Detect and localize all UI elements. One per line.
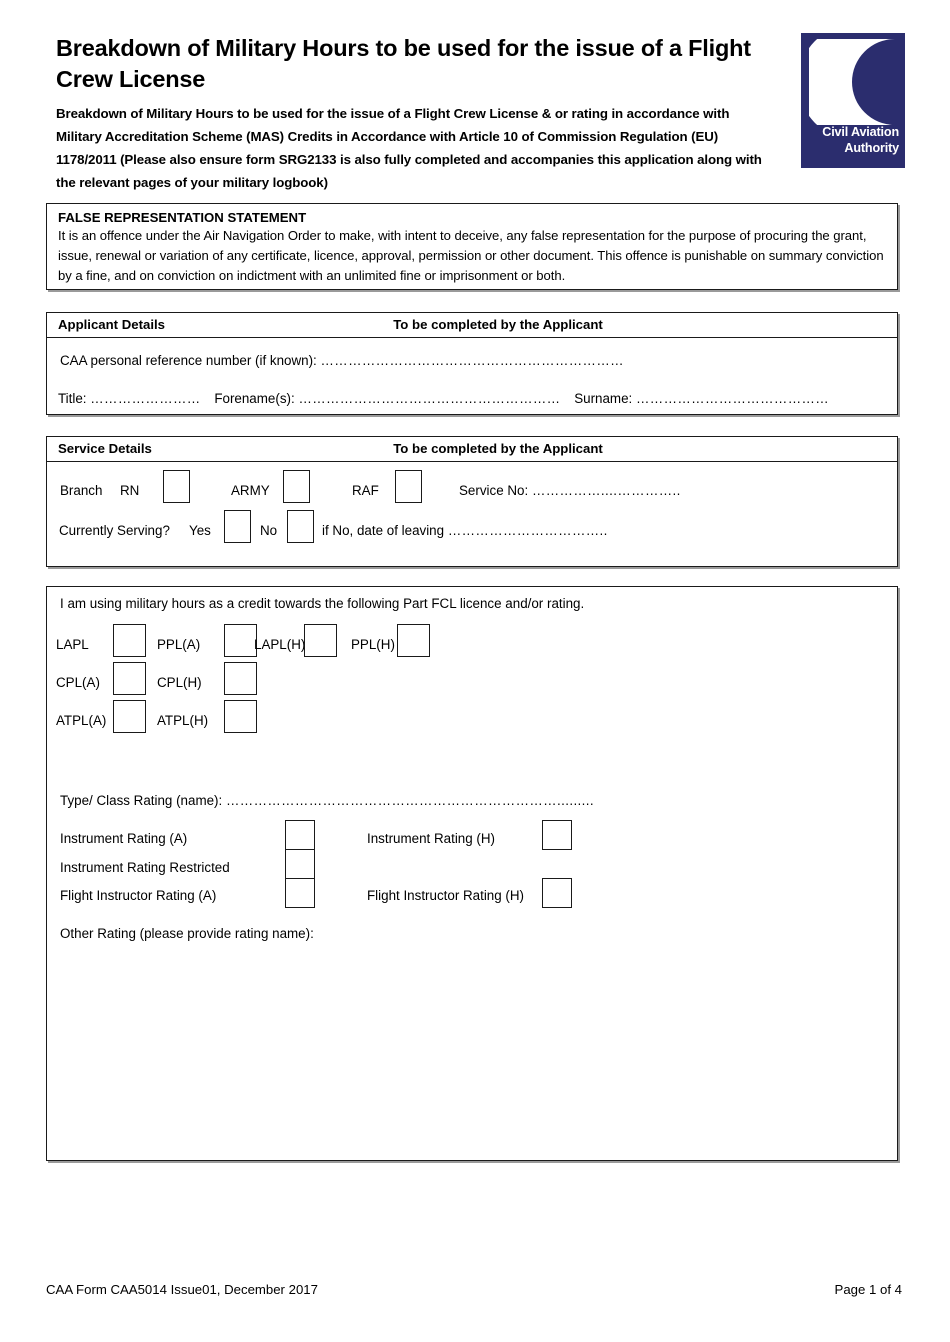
branch-option-army-label: ARMY	[231, 483, 270, 498]
licence-label-cpl-a: CPL(A)	[56, 675, 100, 690]
other-rating-input-area[interactable]	[60, 949, 880, 1144]
checkbox-currently-serving-no[interactable]	[287, 510, 314, 543]
checkbox-rating-instrument-h[interactable]	[542, 820, 572, 850]
rating-label-flight-instructor-a: Flight Instructor Rating (A)	[60, 888, 217, 903]
checkbox-rating-instrument-restricted[interactable]	[285, 849, 315, 879]
date-of-leaving-input[interactable]: ……………………………..	[448, 523, 608, 538]
currently-serving-no-label: No	[260, 523, 278, 538]
caa-reference-label: CAA personal reference number (if known)…	[60, 353, 317, 368]
licence-label-lapl-h: LAPL(H)	[254, 637, 306, 652]
checkbox-currently-serving-yes[interactable]	[224, 510, 251, 543]
type-class-rating-label: Type/ Class Rating (name):	[60, 793, 223, 808]
checkbox-licence-ppl-a[interactable]	[224, 624, 257, 657]
currently-serving-yes-label: Yes	[189, 523, 211, 538]
licence-label-atpl-h: ATPL(H)	[157, 713, 209, 728]
checkbox-licence-atpl-h[interactable]	[224, 700, 257, 733]
page-number: Page 1 of 4	[834, 1282, 902, 1297]
checkbox-branch-army[interactable]	[283, 470, 310, 503]
form-reference: CAA Form CAA5014 Issue01, December 2017	[46, 1282, 318, 1297]
fcl-licence-rating-box: I am using military hours as a credit to…	[46, 586, 898, 1161]
page-header: Breakdown of Military Hours to be used f…	[0, 0, 950, 190]
currently-serving-label: Currently Serving?	[59, 523, 170, 538]
licence-label-atpl-a: ATPL(A)	[56, 713, 107, 728]
false-representation-statement-box: FALSE REPRESENTATION STATEMENT It is an …	[46, 203, 898, 290]
checkbox-rating-flight-instructor-a[interactable]	[285, 878, 315, 908]
page-subtitle: Breakdown of Military Hours to be used f…	[56, 106, 762, 190]
other-rating-label: Other Rating (please provide rating name…	[60, 926, 314, 941]
applicant-details-box: Applicant Details To be completed by the…	[46, 312, 898, 415]
checkbox-licence-lapl-h[interactable]	[304, 624, 337, 657]
rating-label-flight-instructor-h: Flight Instructor Rating (H)	[367, 888, 525, 903]
caa-reference-field-row[interactable]: CAA personal reference number (if known)…	[60, 353, 624, 368]
applicant-details-instruction: To be completed by the Applicant	[393, 317, 603, 332]
surname-label: Surname:	[574, 391, 633, 406]
title-input[interactable]: ……………………	[90, 391, 200, 406]
false-representation-body: It is an offence under the Air Navigatio…	[58, 228, 884, 283]
licence-label-cpl-h: CPL(H)	[157, 675, 202, 690]
title-label: Title:	[58, 391, 87, 406]
checkbox-branch-raf[interactable]	[395, 470, 422, 503]
checkbox-licence-cpl-a[interactable]	[113, 662, 146, 695]
checkbox-licence-cpl-h[interactable]	[224, 662, 257, 695]
checkbox-rating-flight-instructor-h[interactable]	[542, 878, 572, 908]
service-details-header: Service Details To be completed by the A…	[47, 437, 897, 462]
service-details-instruction: To be completed by the Applicant	[393, 441, 603, 456]
caa-reference-input[interactable]: …………………………………………………………	[321, 353, 624, 368]
checkbox-licence-atpl-a[interactable]	[113, 700, 146, 733]
checkbox-licence-lapl[interactable]	[113, 624, 146, 657]
applicant-details-header: Applicant Details To be completed by the…	[47, 313, 897, 338]
rating-label-instrument-restricted: Instrument Rating Restricted	[60, 860, 230, 875]
fcl-intro-text: I am using military hours as a credit to…	[60, 596, 585, 611]
branch-label: Branch	[60, 483, 103, 498]
type-class-rating-field-row[interactable]: Type/ Class Rating (name): ……………………………………	[60, 793, 594, 808]
rating-label-instrument-h: Instrument Rating (H)	[367, 831, 495, 846]
caa-logo-line-2: Authority	[844, 140, 899, 155]
rating-label-instrument-a: Instrument Rating (A)	[60, 831, 188, 846]
licence-label-lapl: LAPL	[56, 637, 89, 652]
service-number-input[interactable]: ……………....…………..	[532, 483, 681, 498]
checkbox-rating-instrument-a[interactable]	[285, 820, 315, 850]
service-number-label: Service No:	[459, 483, 529, 498]
surname-input[interactable]: ……………………………………	[636, 391, 829, 406]
caa-logo-line-1: Civil Aviation	[822, 125, 899, 140]
licence-label-ppl-a: PPL(A)	[157, 637, 201, 652]
type-class-rating-input[interactable]: ……………………………………………………………….........	[226, 793, 594, 808]
false-representation-title: FALSE REPRESENTATION STATEMENT	[58, 210, 307, 225]
service-details-box: Service Details To be completed by the A…	[46, 436, 898, 567]
forename-input[interactable]: …………………………………………………	[298, 391, 560, 406]
caa-crescent-icon	[809, 39, 895, 125]
title-block: Breakdown of Military Hours to be used f…	[56, 33, 786, 195]
caa-logo: Civil Aviation Authority	[801, 33, 905, 168]
forename-label: Forename(s):	[214, 391, 295, 406]
service-number-field-row[interactable]: Service No: ……………....…………..	[459, 483, 681, 498]
branch-option-rn-label: RN	[120, 483, 140, 498]
branch-option-raf-label: RAF	[352, 483, 379, 498]
page-title: Breakdown of Military Hours to be used f…	[56, 35, 751, 92]
checkbox-licence-ppl-h[interactable]	[397, 624, 430, 657]
name-field-row[interactable]: Title: …………………… Forename(s): ………………………………	[58, 391, 829, 406]
caa-logo-text: Civil Aviation Authority	[801, 125, 899, 156]
licence-label-ppl-h: PPL(H)	[351, 637, 395, 652]
date-of-leaving-field-row[interactable]: if No, date of leaving ……………………………..	[322, 523, 608, 538]
checkbox-branch-rn[interactable]	[163, 470, 190, 503]
date-of-leaving-label: if No, date of leaving	[322, 523, 445, 538]
